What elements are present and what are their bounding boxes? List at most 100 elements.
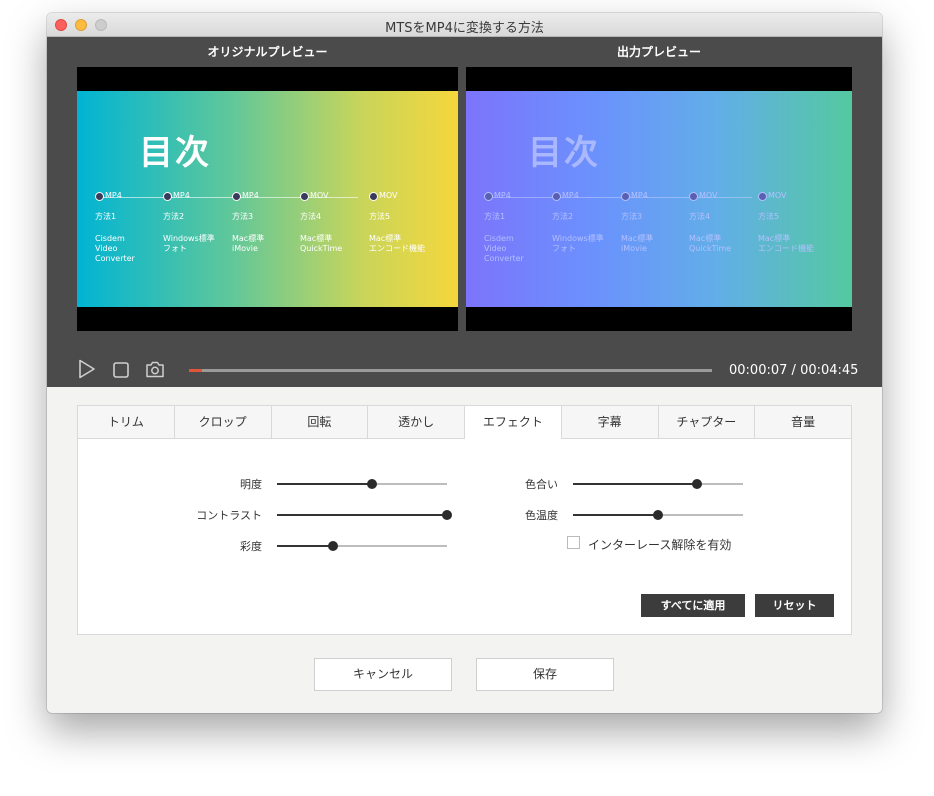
step-dot <box>163 191 172 201</box>
step-dot <box>621 191 630 201</box>
slider-knob[interactable] <box>367 479 378 489</box>
tab-7[interactable]: 音量 <box>754 405 852 438</box>
step-method: 方法3 <box>621 211 643 221</box>
step-method: 方法2 <box>552 211 574 221</box>
step-description: Mac標準 iMovie <box>232 233 265 253</box>
slider-knob[interactable] <box>328 541 339 551</box>
step-format-tag: MOV <box>768 191 787 200</box>
title-bar: MTSをMP4に変換する方法 <box>47 13 882 37</box>
contrast-label: コントラスト <box>196 509 262 522</box>
step-format-tag: MOV <box>310 191 329 200</box>
step-5: MOV 方法5 Mac標準 エンコード機能 <box>758 191 826 254</box>
step-1: MP4 方法1 Cisdem Video Converter <box>484 191 552 264</box>
step-dot <box>95 191 104 201</box>
slider-fill <box>277 514 447 516</box>
slider-knob[interactable] <box>653 510 663 520</box>
tab-5[interactable]: 字幕 <box>560 405 658 438</box>
convert-window: MTSをMP4に変換する方法 オリジナルプレビュー 出力プレビュー 目次 MP4… <box>47 13 882 713</box>
hue-slider[interactable] <box>573 479 743 489</box>
step-description: Windows標準 フォト <box>163 233 215 253</box>
saturation-slider[interactable] <box>277 541 447 551</box>
slider-fill <box>277 545 334 547</box>
step-method: 方法1 <box>484 211 506 221</box>
step-description: Mac標準 iMovie <box>621 233 654 253</box>
apply-all-button[interactable]: すべてに適用 <box>641 594 745 617</box>
saturation-label: 彩度 <box>240 540 262 553</box>
brightness-label: 明度 <box>240 478 262 491</box>
output-slide: 目次 MP4 方法1 Cisdem Video Converter MP4 方法2 Win… <box>466 91 852 307</box>
current-time: 00:00:07 <box>729 363 788 378</box>
step-3: MP4 方法3 Mac標準 iMovie <box>232 191 300 254</box>
step-dot <box>369 191 378 201</box>
step-description: Mac標準 QuickTime <box>300 233 343 253</box>
step-dot <box>689 191 698 201</box>
tab-bar: トリム クロップ 回転 透かし エフェクト 字幕 チャプター 音量 <box>77 405 852 439</box>
brightness-slider[interactable] <box>277 479 447 489</box>
step-format-tag: MP4 <box>105 191 122 200</box>
temperature-label: 色温度 <box>525 509 558 522</box>
step-description: Cisdem Video Converter <box>484 233 524 263</box>
step-method: 方法2 <box>163 211 185 221</box>
slider-fill <box>573 514 658 516</box>
tab-4[interactable]: エフェクト <box>464 405 561 439</box>
slider-knob[interactable] <box>692 479 703 489</box>
deinterlace-checkbox[interactable] <box>567 536 580 549</box>
slider-fill <box>573 483 698 485</box>
step-description: Cisdem Video Converter <box>95 233 135 263</box>
step-2: MP4 方法2 Windows標準 フォト <box>163 191 231 254</box>
total-time: 00:04:45 <box>800 363 859 378</box>
preview-area: オリジナルプレビュー 出力プレビュー 目次 MP4 方法1 Cisdem Video… <box>47 37 882 387</box>
step-format-tag: MP4 <box>562 191 579 200</box>
tab-2[interactable]: 回転 <box>270 405 368 438</box>
step-description: Mac標準 エンコード機能 <box>369 233 425 253</box>
camera-icon[interactable] <box>145 361 165 378</box>
window-title: MTSをMP4に変換する方法 <box>385 21 544 36</box>
step-method: 方法5 <box>758 211 780 221</box>
reset-button[interactable]: リセット <box>755 594 834 617</box>
cancel-button[interactable]: キャンセル <box>314 658 452 691</box>
step-3: MP4 方法3 Mac標準 iMovie <box>621 191 689 254</box>
step-2: MP4 方法2 Windows標準 フォト <box>552 191 620 254</box>
output-preview-label: 出力プレビュー <box>616 45 701 59</box>
step-1: MP4 方法1 Cisdem Video Converter <box>95 191 163 264</box>
step-method: 方法3 <box>232 211 254 221</box>
step-format-tag: MP4 <box>494 191 511 200</box>
effects-panel: トリム クロップ 回転 透かし エフェクト 字幕 チャプター 音量 明度 コントラスト 彩度 … <box>77 405 852 635</box>
step-format-tag: MP4 <box>173 191 190 200</box>
play-icon[interactable] <box>78 359 96 379</box>
playback-progress[interactable] <box>189 369 712 372</box>
step-dot <box>300 191 309 201</box>
original-slide: 目次 MP4 方法1 Cisdem Video Converter MP4 方法2 Win… <box>77 91 458 307</box>
step-dot <box>484 191 493 201</box>
temperature-slider[interactable] <box>573 510 743 520</box>
step-dot <box>232 191 241 201</box>
contrast-slider[interactable] <box>277 510 452 520</box>
step-format-tag: MOV <box>379 191 398 200</box>
save-button[interactable]: 保存 <box>476 658 614 691</box>
step-method: 方法5 <box>369 211 391 221</box>
tab-6[interactable]: チャプター <box>657 405 755 438</box>
step-description: Windows標準 フォト <box>552 233 604 253</box>
step-5: MOV 方法5 Mac標準 エンコード機能 <box>369 191 437 254</box>
slider-fill <box>277 483 373 485</box>
tab-1[interactable]: クロップ <box>173 405 271 438</box>
original-preview: 目次 MP4 方法1 Cisdem Video Converter MP4 方法2 Win… <box>77 67 458 331</box>
step-format-tag: MOV <box>699 191 718 200</box>
tab-0[interactable]: トリム <box>77 405 174 438</box>
progress-fill <box>189 369 203 372</box>
stop-icon[interactable] <box>113 362 129 378</box>
timecode: 00:00:07 / 00:04:45 <box>729 363 858 378</box>
step-dot <box>758 191 767 201</box>
output-preview: 目次 MP4 方法1 Cisdem Video Converter MP4 方法2 Win… <box>466 67 852 331</box>
step-dot <box>552 191 561 201</box>
time-separator: / <box>791 363 796 378</box>
step-method: 方法1 <box>95 211 117 221</box>
tab-3[interactable]: 透かし <box>367 405 464 438</box>
deinterlace-label: インターレース解除を有効 <box>588 538 732 552</box>
step-description: Mac標準 QuickTime <box>689 233 732 253</box>
slide-title: 目次 <box>528 133 600 173</box>
step-method: 方法4 <box>689 211 711 221</box>
step-method: 方法4 <box>300 211 322 221</box>
step-description: Mac標準 エンコード機能 <box>758 233 814 253</box>
step-format-tag: MP4 <box>242 191 259 200</box>
